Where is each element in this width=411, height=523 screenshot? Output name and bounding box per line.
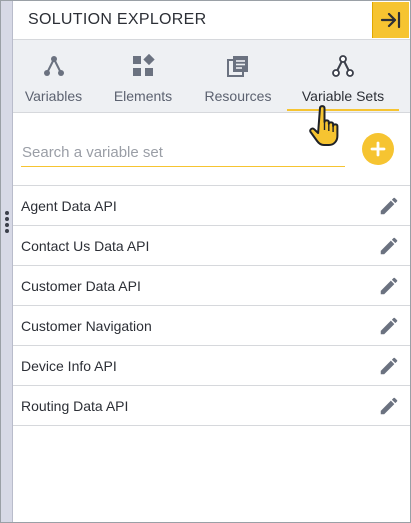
edit-button[interactable]: [377, 394, 401, 418]
variable-set-name: Agent Data API: [21, 197, 117, 214]
pencil-icon: [380, 197, 398, 214]
variable-set-name: Contact Us Data API: [21, 237, 150, 254]
pencil-icon: [380, 317, 398, 334]
elements-icon: [133, 54, 155, 76]
solution-explorer-window: SOLUTION EXPLORER Variables Elements Res…: [0, 0, 411, 523]
tab-label: Variables: [24, 88, 83, 104]
tab-variable-sets[interactable]: Variable Sets: [287, 40, 399, 112]
variable-set-name: Device Info API: [21, 357, 117, 374]
panel-title: SOLUTION EXPLORER: [28, 11, 207, 28]
list-item[interactable]: Agent Data API: [13, 186, 410, 226]
list-item[interactable]: Customer Navigation: [13, 306, 410, 346]
search-input[interactable]: [21, 140, 345, 167]
pencil-icon: [380, 277, 398, 294]
plus-icon: [370, 141, 386, 157]
edit-button[interactable]: [377, 194, 401, 218]
solution-explorer-panel: SOLUTION EXPLORER Variables Elements Res…: [13, 1, 410, 522]
resources-icon: [227, 56, 248, 77]
edit-button[interactable]: [377, 354, 401, 378]
list-item[interactable]: Routing Data API: [13, 386, 410, 426]
tab-label: Resources: [204, 88, 272, 104]
collapse-panel-button[interactable]: [372, 2, 409, 38]
explorer-tabs: Variables Elements Resources Variable Se…: [13, 40, 410, 113]
resize-rail[interactable]: [1, 1, 13, 522]
search-row: [13, 113, 410, 186]
list-item[interactable]: Customer Data API: [13, 266, 410, 306]
tab-resources[interactable]: Resources: [192, 40, 284, 112]
list-item[interactable]: Device Info API: [13, 346, 410, 386]
variable-set-name: Routing Data API: [21, 397, 129, 414]
variable-sets-icon: [332, 55, 354, 77]
resize-grip-icon[interactable]: [5, 211, 9, 233]
edit-button[interactable]: [377, 234, 401, 258]
tab-variables[interactable]: Variables: [13, 40, 94, 112]
edit-button[interactable]: [377, 314, 401, 338]
edit-button[interactable]: [377, 274, 401, 298]
pencil-icon: [380, 357, 398, 374]
list-item[interactable]: Contact Us Data API: [13, 226, 410, 266]
variable-set-list: Agent Data API Contact Us Data API Custo…: [13, 186, 410, 426]
variable-set-name: Customer Navigation: [21, 317, 152, 334]
variables-icon: [43, 56, 64, 76]
variable-set-name: Customer Data API: [21, 277, 141, 294]
add-variable-set-button[interactable]: [362, 133, 394, 165]
arrow-right-to-bar-icon: [380, 11, 401, 29]
panel-header: SOLUTION EXPLORER: [13, 1, 410, 40]
tab-elements[interactable]: Elements: [94, 40, 192, 112]
pencil-icon: [380, 397, 398, 414]
pencil-icon: [380, 237, 398, 254]
tab-label: Variable Sets: [301, 88, 385, 104]
tab-label: Elements: [113, 88, 173, 104]
